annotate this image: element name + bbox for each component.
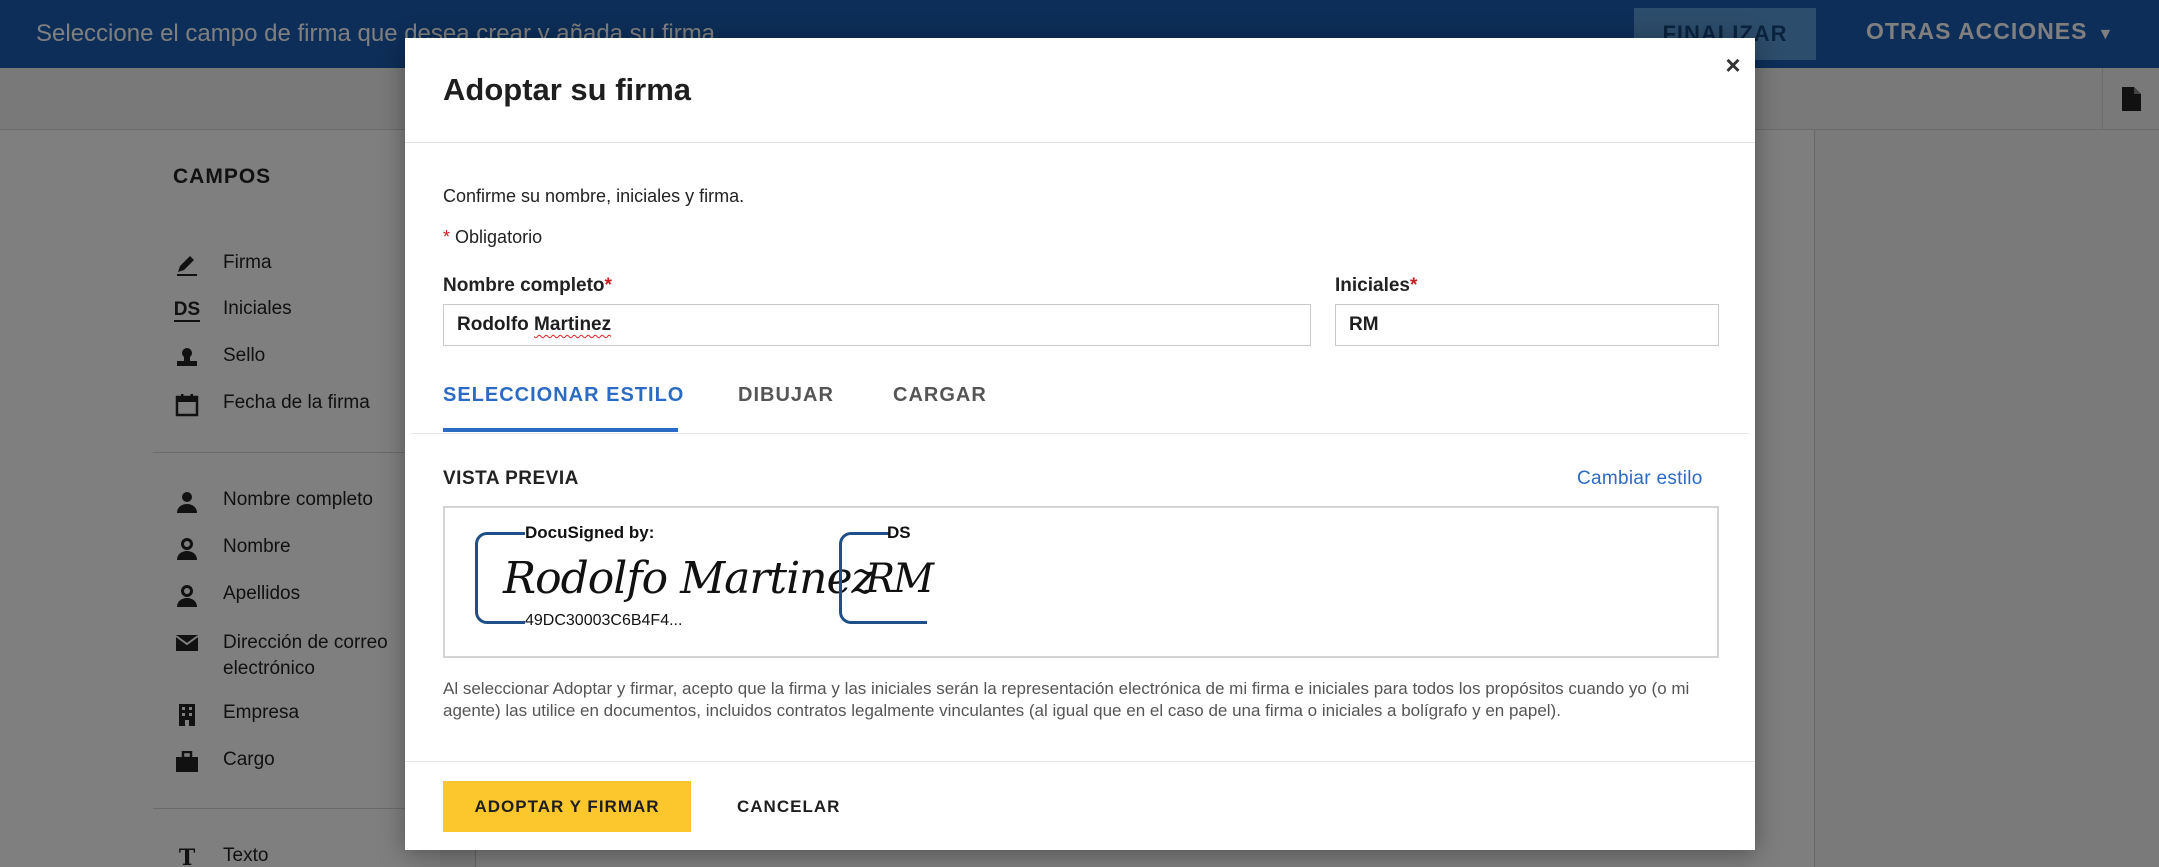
full-name-input[interactable]: Rodolfo Martinez bbox=[443, 304, 1311, 346]
cancel-button[interactable]: CANCELAR bbox=[723, 781, 854, 832]
initials-label-text: Iniciales bbox=[1335, 275, 1410, 296]
signature-header: DocuSigned by: bbox=[525, 523, 655, 542]
preview-label: VISTA PREVIA bbox=[443, 468, 579, 489]
required-star: * bbox=[604, 275, 612, 296]
full-name-label-text: Nombre completo bbox=[443, 275, 605, 296]
change-style-link[interactable]: Cambiar estilo bbox=[1577, 468, 1703, 490]
active-tab-indicator bbox=[443, 428, 678, 432]
tab-draw[interactable]: DIBUJAR bbox=[738, 384, 834, 407]
required-star: * bbox=[443, 227, 451, 247]
full-name-last: Martinez bbox=[534, 314, 612, 335]
tabs-divider bbox=[411, 433, 1749, 434]
signature-envelope-id: 49DC30003C6B4F4... bbox=[525, 612, 683, 629]
adopt-signature-dialog: Adoptar su firma × Confirme su nombre, i… bbox=[405, 38, 1755, 850]
initials-frame-bottom bbox=[875, 621, 927, 624]
dialog-title: Adoptar su firma bbox=[443, 72, 692, 107]
required-note-text: Obligatorio bbox=[455, 227, 543, 247]
initials-handwritten: RM bbox=[865, 556, 934, 602]
close-icon[interactable]: × bbox=[1718, 50, 1748, 80]
required-note: * Obligatorio bbox=[443, 227, 542, 248]
signature-handwritten: Rodolfo Martinez bbox=[503, 553, 875, 604]
footer-divider bbox=[405, 761, 1755, 762]
required-star: * bbox=[1410, 275, 1418, 296]
legal-disclaimer: Al seleccionar Adoptar y firmar, acepto … bbox=[443, 679, 1690, 720]
tab-select-style[interactable]: SELECCIONAR ESTILO bbox=[443, 384, 684, 407]
initials-input[interactable]: RM bbox=[1335, 304, 1719, 346]
full-name-label: Nombre completo* bbox=[443, 275, 612, 297]
full-name-first: Rodolfo bbox=[457, 314, 529, 335]
initials-header: DS bbox=[887, 523, 911, 542]
initials-label: Iniciales* bbox=[1335, 275, 1417, 297]
full-name-value: Rodolfo Martinez bbox=[457, 314, 611, 335]
tab-upload[interactable]: CARGAR bbox=[893, 384, 987, 407]
header-divider bbox=[405, 142, 1755, 143]
adopt-and-sign-button[interactable]: ADOPTAR Y FIRMAR bbox=[443, 781, 691, 832]
dialog-instructions: Confirme su nombre, iniciales y firma. bbox=[443, 186, 745, 206]
signature-preview: DocuSigned by: Rodolfo Martinez 49DC3000… bbox=[443, 506, 1719, 658]
